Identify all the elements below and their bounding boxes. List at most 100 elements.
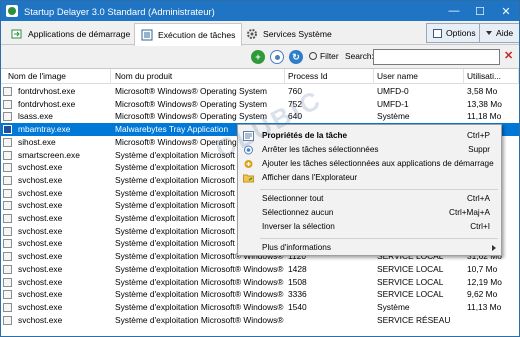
menu-item-shortcut: Ctrl+P [467,131,490,140]
menu-item-task-properties[interactable]: Propriétés de la tâche Ctrl+P [239,129,500,143]
cell-image: svchost.exe [18,225,63,236]
table-row[interactable]: lsass.exe Microsoft® Windows® Operating S… [1,110,519,123]
process-icon [3,226,12,236]
close-button[interactable]: ✕ [493,1,519,21]
menu-item-shortcut: Suppr [468,145,490,154]
menu-item-stop-tasks[interactable]: Arrêter les tâches sélectionnées Suppr [239,143,500,157]
table-row[interactable]: svchost.exe Système d'exploitation Micros… [1,263,519,276]
folder-icon [243,173,254,183]
menu-item-add-to-startup[interactable]: Ajouter les tâches sélectionnées aux app… [239,157,500,171]
cell-usage: 10,7 Mo [467,263,498,274]
cell-user: UMFD-1 [377,98,409,109]
filter-button[interactable]: Filter [309,51,339,61]
column-header-process-id[interactable]: Process Id [285,69,374,84]
column-header-user-name[interactable]: User name [374,69,464,84]
process-icon [3,163,12,173]
table-row[interactable]: svchost.exe Système d'exploitation Micros… [1,301,519,314]
cell-image: svchost.exe [18,301,63,312]
cell-image: svchost.exe [18,174,63,185]
tab-startup-applications[interactable]: Applications de démarrage [5,23,136,45]
submenu-arrow-icon [492,245,496,251]
options-icon [433,28,442,38]
cell-pid: 3336 [288,289,307,300]
cell-image: sihost.exe [18,136,56,147]
tab-system-services[interactable]: Services Système [240,23,338,45]
search-input[interactable] [373,49,500,65]
add-task-icon[interactable]: + [251,50,265,64]
stop-task-icon[interactable] [270,50,284,64]
menu-item-shortcut: Ctrl+I [470,222,490,231]
cell-image: svchost.exe [18,263,63,274]
process-icon [3,99,12,109]
menu-item-invert-selection[interactable]: Inverser la sélection Ctrl+I [239,220,500,234]
cell-product: Système d'exploitation Microsoft® Window… [115,289,284,300]
menu-item-label: Arrêter les tâches sélectionnées [262,145,379,154]
cell-pid: 1540 [288,301,307,312]
cell-image: svchost.exe [18,162,63,173]
properties-icon [243,131,254,141]
context-menu: Propriétés de la tâche Ctrl+P Arrêter le… [237,124,502,256]
chevron-down-icon [486,31,492,35]
column-header-usage[interactable]: Utilisati... [464,69,519,84]
cell-user: Système [377,111,410,122]
column-header-product-name[interactable]: Nom du produit [112,69,285,84]
table-row[interactable]: svchost.exe Système d'exploitation Micros… [1,314,519,327]
menu-item-label: Sélectionnez aucun [262,208,334,217]
process-icon [3,137,12,147]
cell-product: Microsoft® Windows® Operating System [115,86,267,96]
cell-image: svchost.exe [18,200,63,211]
process-icon [3,201,12,211]
cell-product: Système d'exploitation Microsoft® Window… [115,276,284,287]
process-icon [3,87,12,96]
menu-item-label: Sélectionner tout [262,194,324,203]
cell-user: SERVICE LOCAL [377,276,444,287]
options-button[interactable]: Options [426,23,483,43]
table-header: Nom de l'image Nom du produit Process Id… [1,69,519,84]
cell-image: svchost.exe [18,213,63,223]
help-button[interactable]: Aide [479,23,519,43]
table-row[interactable]: svchost.exe Système d'exploitation Micros… [1,276,519,289]
tab-running-tasks[interactable]: Exécution de tâches [134,23,243,46]
cell-image: svchost.exe [18,238,63,249]
title-bar[interactable]: Startup Delayer 3.0 Standard (Administra… [1,1,519,21]
process-icon [3,277,12,287]
cell-user: Système [377,301,410,312]
process-icon [3,302,12,312]
menu-item-label: Propriétés de la tâche [262,131,348,140]
menu-item-select-none[interactable]: Sélectionnez aucun Ctrl+Maj+A [239,206,500,220]
cell-user: SERVICE RÉSEAU [377,314,451,325]
menu-separator [260,189,498,190]
menu-item-label: Inverser la sélection [262,222,335,231]
cell-usage: 12,19 Mo [467,276,502,287]
table-row[interactable]: svchost.exe Système d'exploitation Micros… [1,288,519,301]
menu-item-shortcut: Ctrl+A [467,194,490,203]
cell-usage: 9,62 Mo [467,289,498,300]
refresh-icon[interactable]: ↻ [289,50,303,64]
cell-product: Système d'exploitation Microsoft® Window… [115,314,284,325]
window-title: Startup Delayer 3.0 Standard (Administra… [24,5,215,17]
process-icon [3,290,12,300]
process-icon [3,112,12,122]
add-startup-icon [243,159,254,169]
cell-image: svchost.exe [18,276,63,287]
maximize-button[interactable]: ☐ [467,1,493,21]
cell-pid: 752 [288,98,302,109]
filter-icon [309,52,317,60]
menu-item-select-all[interactable]: Sélectionner tout Ctrl+A [239,192,500,206]
menu-separator [260,238,498,239]
table-row[interactable]: fontdrvhost.exe Microsoft® Windows® Opera… [1,98,519,111]
cell-pid [285,314,374,327]
cell-pid: 760 [288,86,302,96]
cell-image: svchost.exe [18,187,63,198]
options-label: Options [446,28,476,38]
cell-usage [464,314,519,327]
cell-image: svchost.exe [18,251,63,262]
minimize-button[interactable]: — [441,1,467,21]
menu-item-more-info[interactable]: Plus d'informations [239,241,500,255]
menu-item-show-in-explorer[interactable]: Afficher dans l'Explorateur [239,171,500,185]
column-header-image-name[interactable]: Nom de l'image [5,69,111,84]
clear-search-icon[interactable]: ✕ [504,49,513,62]
tab-label: Exécution de tâches [158,30,236,40]
table-row[interactable]: fontdrvhost.exe Microsoft® Windows® Opera… [1,85,519,98]
cell-pid: 1428 [288,263,307,274]
